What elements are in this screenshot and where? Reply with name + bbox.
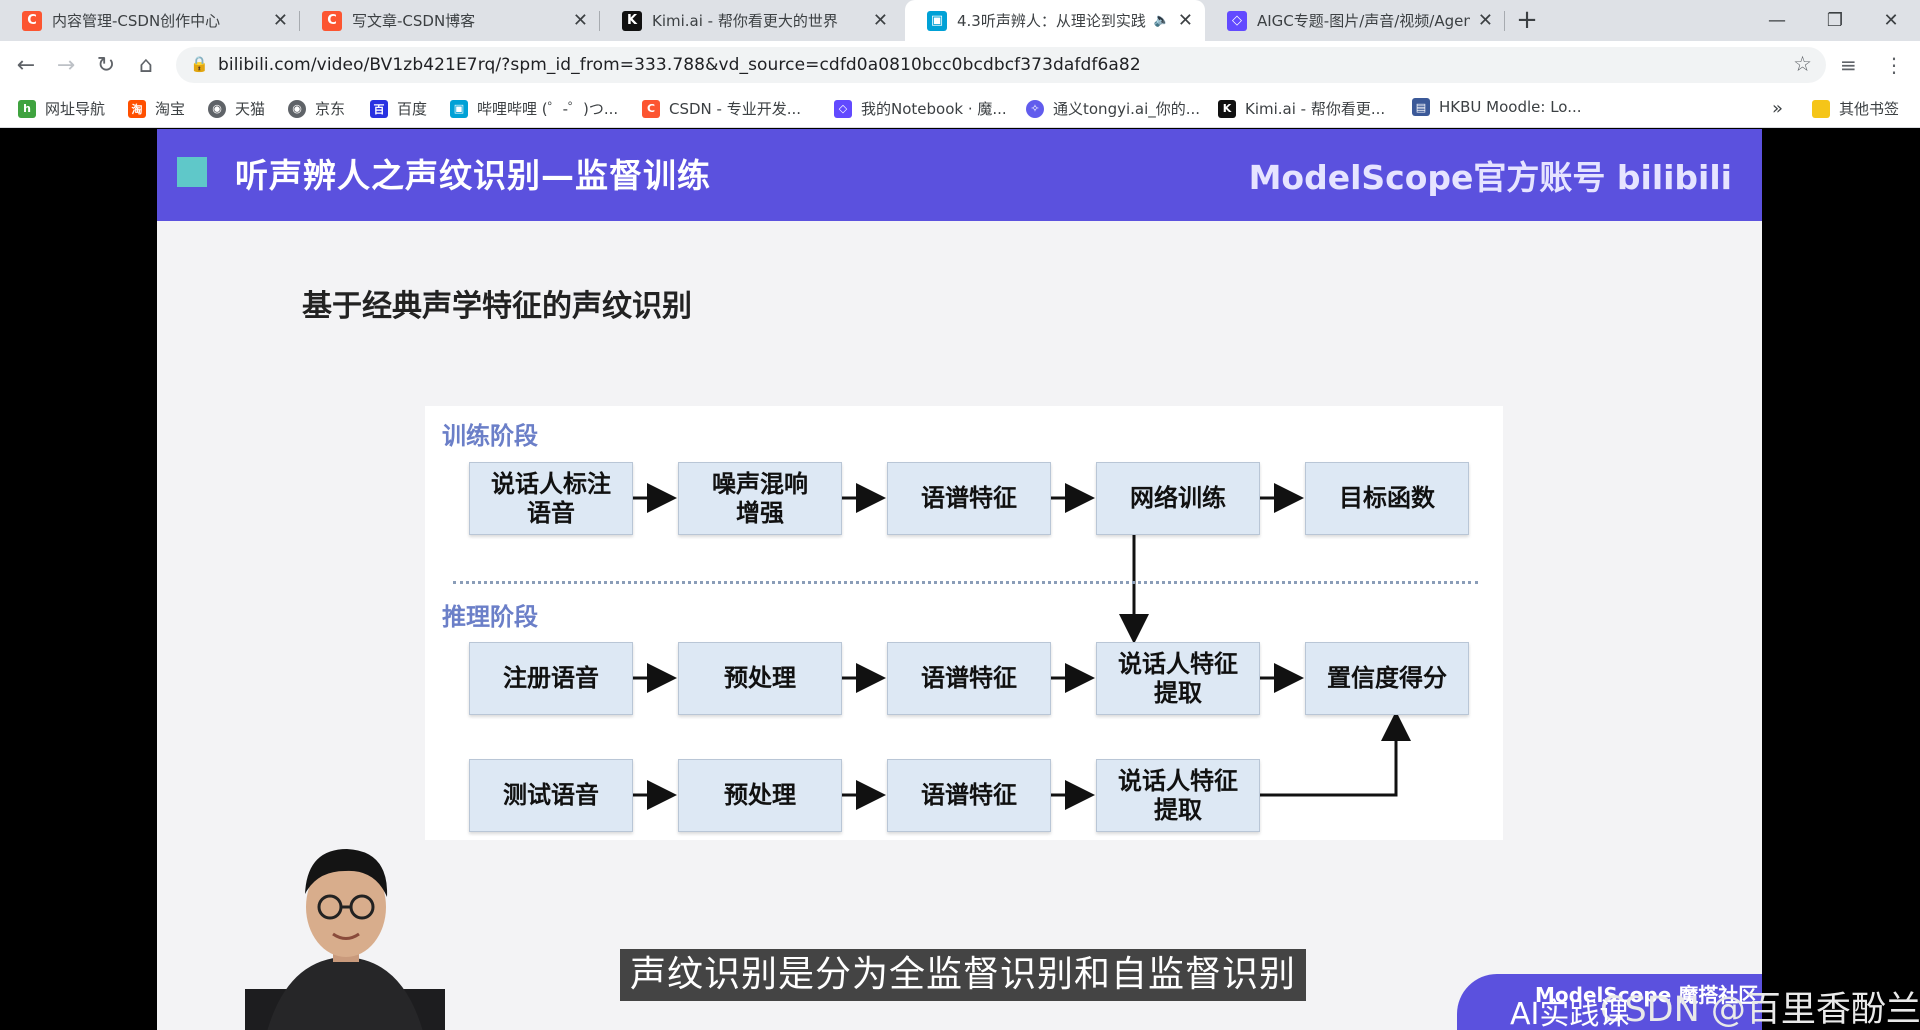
bookmark-taobao[interactable]: 淘淘宝 <box>128 98 185 119</box>
tab-title: AIGC专题-图片/声音/视频/Agen <box>1257 12 1470 30</box>
slide: 听声辨人之声纹识别—监督训练 ModelScope官方账号 bilibili 基… <box>157 129 1762 1030</box>
kimi-icon: K <box>1218 99 1236 118</box>
box-test-audio: 测试语音 <box>469 759 633 832</box>
slide-header: 听声辨人之声纹识别—监督训练 ModelScope官方账号 bilibili <box>157 129 1762 221</box>
reading-list-icon[interactable]: ≡ <box>1840 53 1857 77</box>
home-button[interactable]: ⌂ <box>130 49 162 81</box>
close-icon[interactable]: ✕ <box>1178 10 1193 31</box>
new-tab-button[interactable]: + <box>1512 6 1542 36</box>
box-speaker-labeled-audio: 说话人标注 语音 <box>469 462 633 535</box>
globe-icon: ◉ <box>208 99 226 118</box>
close-icon[interactable]: ✕ <box>1478 10 1493 31</box>
slide-heading: 基于经典声学特征的声纹识别 <box>302 289 692 324</box>
modelscope-icon: ◇ <box>1227 10 1247 31</box>
bookmark-tmall[interactable]: ◉ 天猫 <box>208 98 265 119</box>
taobao-icon: 淘 <box>128 99 146 118</box>
forward-button[interactable]: → <box>50 49 82 81</box>
box-preprocess: 预处理 <box>678 759 842 832</box>
bookmarks-bar: h 网址导航 淘淘宝 ◉ 天猫 ◉ 京东 百百度 ▣ 哔哩哔哩 (゜-゜)つ... CC… <box>0 88 1920 128</box>
back-button[interactable]: ← <box>10 49 42 81</box>
tab-title: 4.3听声辨人：从理论到实践 <box>957 12 1146 30</box>
address-bar[interactable]: 🔒 bilibili.com/video/BV1zb421E7rq/?spm_i… <box>176 47 1826 83</box>
bookmark-tongyi[interactable]: ✧ 通义tongyi.ai_你的... <box>1026 98 1200 119</box>
restore-button[interactable]: ❐ <box>1806 0 1864 41</box>
menu-icon[interactable]: ⋮ <box>1884 53 1904 77</box>
baidu-icon: 百 <box>370 99 388 118</box>
tab-title: Kimi.ai - 帮你看更大的世界 <box>652 12 838 30</box>
tongyi-icon: ✧ <box>1026 99 1044 118</box>
audio-playing-icon[interactable]: 🔈 <box>1154 13 1170 28</box>
bookmarks-overflow-button[interactable]: » <box>1772 98 1783 119</box>
kimi-icon: K <box>622 10 642 31</box>
box-preprocess: 预处理 <box>678 642 842 715</box>
title-square-marker <box>177 157 207 187</box>
box-speaker-embedding-extract: 说话人特征 提取 <box>1096 642 1260 715</box>
tab-strip: C 内容管理-CSDN创作中心 ✕ C 写文章-CSDN博客 ✕ K Kimi.… <box>0 0 1920 41</box>
tab-csdn-content[interactable]: C 内容管理-CSDN创作中心 ✕ <box>0 0 300 41</box>
minimize-button[interactable]: — <box>1748 0 1806 41</box>
bilibili-icon: ▣ <box>927 10 947 31</box>
video-subtitle: 声纹识别是分为全监督识别和自监督识别 <box>620 949 1307 1001</box>
box-speaker-embedding-extract: 说话人特征 提取 <box>1096 759 1260 832</box>
tab-kimi[interactable]: K Kimi.ai - 帮你看更大的世界 ✕ <box>600 0 900 41</box>
moodle-icon: ▤ <box>1412 98 1430 116</box>
video-player[interactable]: 听声辨人之声纹识别—监督训练 ModelScope官方账号 bilibili 基… <box>0 129 1920 1030</box>
bookmark-baidu[interactable]: 百百度 <box>370 98 427 119</box>
training-stage-label: 训练阶段 <box>442 422 538 450</box>
box-spectrogram-feature: 语谱特征 <box>887 759 1051 832</box>
modelscope-icon: ◇ <box>834 99 852 118</box>
bookmark-hkbu-moodle[interactable]: ▤ HKBU Moodle: Lo... <box>1412 98 1582 116</box>
box-spectrogram-feature: 语谱特征 <box>887 462 1051 535</box>
box-network-training: 网络训练 <box>1096 462 1260 535</box>
close-icon[interactable]: ✕ <box>273 10 288 31</box>
tab-title: 内容管理-CSDN创作中心 <box>52 12 221 30</box>
ai-practice-overlay: AI实践课 <box>1510 997 1630 1030</box>
hao123-icon: h <box>18 99 36 118</box>
tab-modelscope[interactable]: ◇ AIGC专题-图片/声音/视频/Agen ✕ <box>1205 0 1505 41</box>
lock-icon[interactable]: 🔒 <box>190 55 209 73</box>
bookmark-bilibili[interactable]: ▣ 哔哩哔哩 (゜-゜)つ... <box>450 98 618 119</box>
browser-toolbar: ← → ↻ ⌂ 🔒 bilibili.com/video/BV1zb421E7r… <box>0 41 1920 88</box>
tab-csdn-write[interactable]: C 写文章-CSDN博客 ✕ <box>300 0 600 41</box>
bilibili-icon: ▣ <box>450 99 468 118</box>
bookmark-notebook[interactable]: ◇ 我的Notebook · 魔... <box>834 98 1007 119</box>
box-spectrogram-feature: 语谱特征 <box>887 642 1051 715</box>
bookmark-star-icon[interactable]: ☆ <box>1793 52 1812 76</box>
url-text[interactable]: bilibili.com/video/BV1zb421E7rq/?spm_id_… <box>218 55 1141 75</box>
csdn-icon: C <box>642 99 660 118</box>
bookmark-csdn[interactable]: C CSDN - 专业开发... <box>642 98 801 119</box>
other-bookmarks[interactable]: 其他书签 <box>1812 98 1899 119</box>
presenter-webcam <box>245 849 445 1030</box>
bookmark-hao123[interactable]: h 网址导航 <box>18 98 105 119</box>
close-icon[interactable]: ✕ <box>573 10 588 31</box>
slide-brand: ModelScope官方账号 bilibili <box>1248 158 1732 197</box>
bookmark-kimi[interactable]: K Kimi.ai - 帮你看更... <box>1218 98 1385 119</box>
box-enroll-audio: 注册语音 <box>469 642 633 715</box>
globe-icon: ◉ <box>288 99 306 118</box>
csdn-watermark: AI实践课 CSDN @百里香酚兰 <box>1510 981 1920 1030</box>
flow-diagram: 训练阶段 推理阶段 说话人标注 语音 噪声混响 增强 语谱特征 网络训练 目标函… <box>425 406 1503 840</box>
csdn-icon: C <box>22 10 42 31</box>
folder-icon <box>1812 99 1830 118</box>
inference-stage-label: 推理阶段 <box>442 603 538 631</box>
slide-title: 听声辨人之声纹识别—监督训练 <box>235 156 711 195</box>
close-window-button[interactable]: ✕ <box>1862 0 1920 41</box>
stage-divider <box>453 581 1478 584</box>
tab-bilibili-active[interactable]: ▣ 4.3听声辨人：从理论到实践 🔈 ✕ <box>905 0 1205 41</box>
box-objective-function: 目标函数 <box>1305 462 1469 535</box>
close-icon[interactable]: ✕ <box>873 10 888 31</box>
tab-title: 写文章-CSDN博客 <box>352 12 476 30</box>
bookmark-jd[interactable]: ◉ 京东 <box>288 98 345 119</box>
reload-button[interactable]: ↻ <box>90 49 122 81</box>
box-confidence-score: 置信度得分 <box>1305 642 1469 715</box>
csdn-icon: C <box>322 10 342 31</box>
box-noise-reverb-augment: 噪声混响 增强 <box>678 462 842 535</box>
